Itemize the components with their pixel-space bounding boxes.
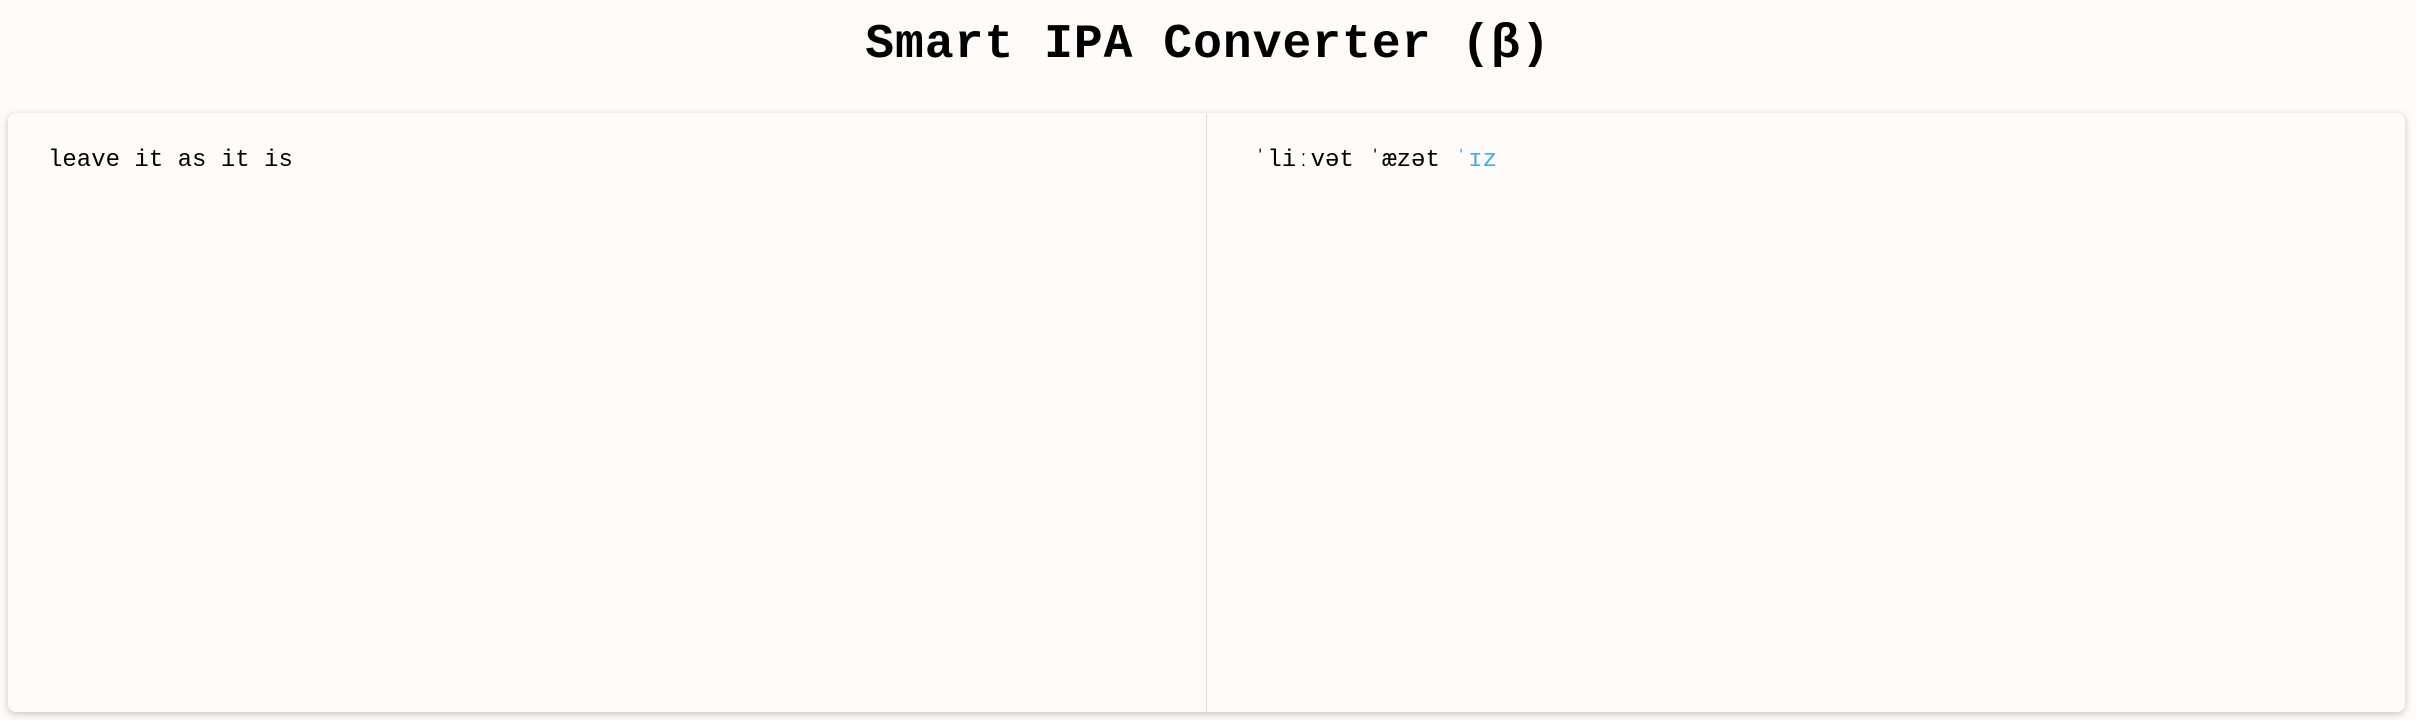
ipa-word[interactable]: ˈæzət <box>1368 147 1440 174</box>
ipa-word-highlighted[interactable]: ˈɪz <box>1454 147 1497 174</box>
output-pane: ˈliːvət ˈæzət ˈɪz <box>1207 113 2405 712</box>
input-text-area[interactable]: leave it as it is <box>48 147 1166 678</box>
converter-panel: leave it as it is ˈliːvət ˈæzət ˈɪz <box>8 113 2405 712</box>
input-pane: leave it as it is <box>8 113 1207 712</box>
page-title: Smart IPA Converter (β) <box>865 18 1551 72</box>
ipa-word[interactable]: ˈliːvət <box>1253 147 1354 174</box>
